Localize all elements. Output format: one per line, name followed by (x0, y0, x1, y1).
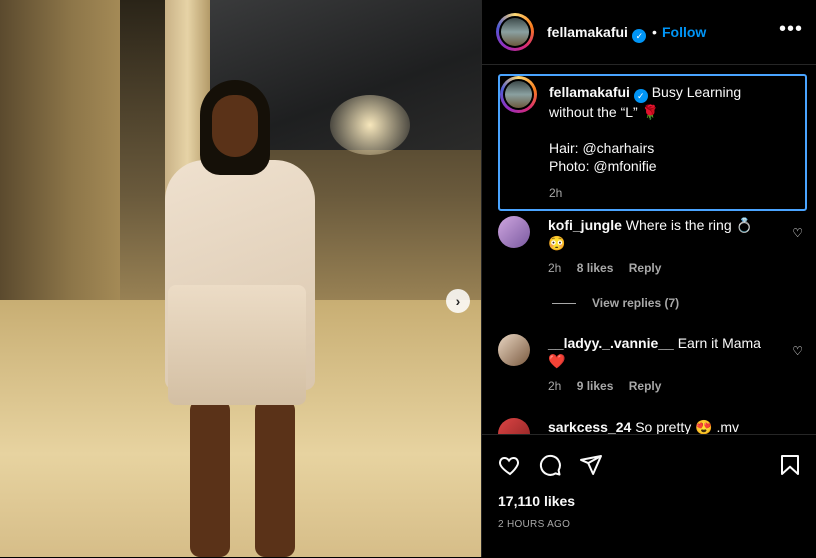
commenter-avatar[interactable] (498, 418, 530, 434)
commenter-username[interactable]: kofi_jungle (548, 217, 622, 233)
caption-line: without the “L” 🌹 (549, 104, 660, 120)
person-shorts (168, 285, 306, 405)
reply-button[interactable]: Reply (629, 379, 662, 393)
follow-button[interactable]: Follow (662, 24, 706, 40)
person-leg (255, 400, 295, 557)
person-face (212, 95, 258, 157)
caption-line: Busy Learning (651, 84, 742, 100)
person-leg (190, 400, 230, 557)
caption-hair-credit: Hair: @charhairs (549, 140, 655, 156)
caption-username[interactable]: fellamakafui (549, 84, 630, 100)
share-icon[interactable] (579, 453, 603, 477)
caption-avatar[interactable] (500, 76, 537, 113)
comment-item: kofi_jungle Where is the ring 💍 😳 2h 8 l… (498, 216, 803, 286)
comment-likes[interactable]: 8 likes (577, 261, 614, 275)
likes-count[interactable]: 17,110 likes (498, 493, 575, 509)
comment-icon[interactable] (538, 453, 562, 477)
comment-text: kofi_jungle Where is the ring 💍 😳 (548, 217, 753, 251)
comment-time: 2h (548, 261, 562, 275)
chevron-right-icon: › (455, 293, 461, 309)
author-avatar[interactable] (496, 13, 534, 51)
action-bar: 17,110 likes 2 HOURS AGO (482, 434, 816, 558)
post-side-panel: fellamakafui ✓ • Follow ••• fellamakafui… (481, 0, 816, 558)
next-photo-button[interactable]: › (446, 289, 470, 313)
more-options-icon[interactable]: ••• (779, 18, 803, 41)
caption-text: fellamakafui ✓ Busy Learning without the… (549, 83, 799, 202)
caption-photo-credit: Photo: @mfonifie (549, 158, 657, 174)
comment-like-heart-icon[interactable]: ♡ (792, 344, 803, 358)
comment-item: __ladyy._.vannie__ Earn it Mama ❤️ 2h 9 … (498, 334, 803, 404)
reply-button[interactable]: Reply (629, 261, 662, 275)
heart-icon[interactable] (498, 453, 522, 477)
commenter-username[interactable]: sarkcess_24 (548, 419, 631, 434)
replies-line (552, 303, 576, 305)
view-replies-button[interactable]: View replies (7) (552, 296, 679, 310)
comment-text: sarkcess_24 So pretty 😍 .mv (548, 419, 739, 434)
comment-item: sarkcess_24 So pretty 😍 .mv (498, 418, 803, 434)
comment-time: 2h (548, 379, 562, 393)
comment-like-heart-icon[interactable]: ♡ (792, 226, 803, 240)
post-photo[interactable]: › (0, 0, 481, 557)
comment-meta: 2h 8 likes Reply (548, 261, 673, 275)
commenter-avatar[interactable] (498, 334, 530, 366)
caption-time: 2h (549, 186, 563, 200)
post-header: fellamakafui ✓ • Follow ••• (482, 0, 816, 65)
comment-meta: 2h 9 likes Reply (548, 379, 673, 393)
verified-badge-icon: ✓ (632, 29, 647, 43)
photo-person (150, 80, 330, 557)
comment-text: __ladyy._.vannie__ Earn it Mama ❤️ (548, 335, 761, 369)
photo-light (330, 95, 410, 155)
save-bookmark-icon[interactable] (778, 453, 802, 477)
author-username[interactable]: fellamakafui ✓ (547, 24, 647, 43)
commenter-username[interactable]: __ladyy._.vannie__ (548, 335, 674, 351)
separator-dot: • (652, 24, 657, 40)
post-timestamp: 2 HOURS AGO (498, 519, 571, 530)
commenter-avatar[interactable] (498, 216, 530, 248)
verified-badge-icon: ✓ (633, 89, 648, 103)
comment-likes[interactable]: 9 likes (577, 379, 614, 393)
caption-block: fellamakafui ✓ Busy Learning without the… (498, 74, 807, 211)
